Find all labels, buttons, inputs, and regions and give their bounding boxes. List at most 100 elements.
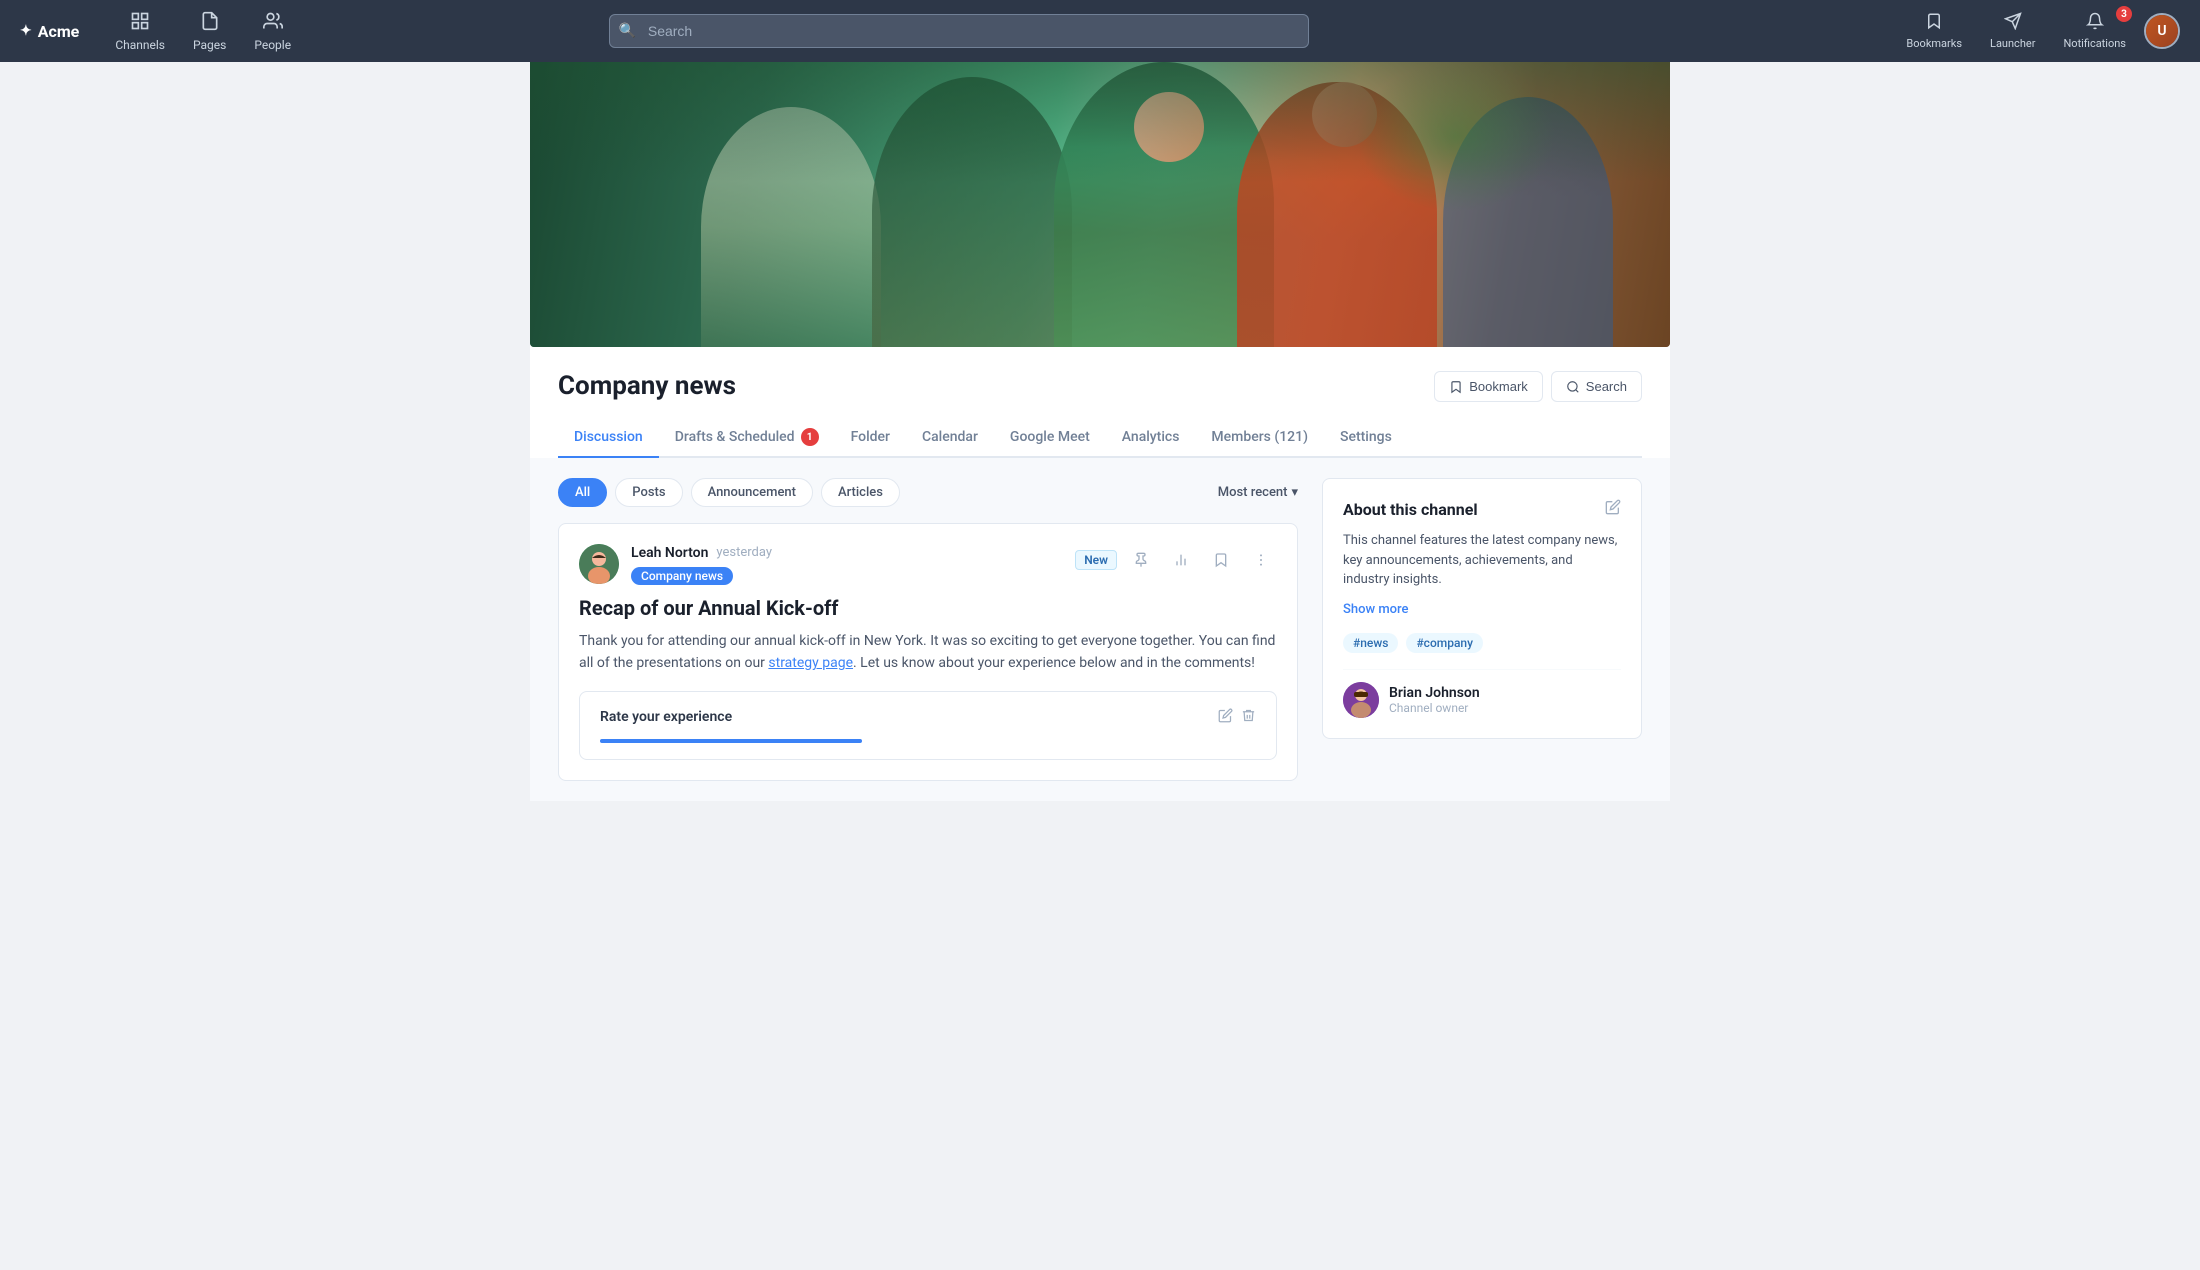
search-icon: 🔍 xyxy=(619,23,636,39)
people-label: People xyxy=(254,38,291,52)
top-navigation: ✦ Acme Channels Pages xyxy=(0,0,2200,62)
show-more-link[interactable]: Show more xyxy=(1343,602,1621,617)
channels-label: Channels xyxy=(115,38,165,52)
filter-announcement[interactable]: Announcement xyxy=(691,478,813,507)
tab-analytics[interactable]: Analytics xyxy=(1106,418,1196,458)
owner-info: Brian Johnson Channel owner xyxy=(1389,685,1480,715)
new-badge: New xyxy=(1075,550,1117,570)
author-info: Leah Norton yesterday Company news xyxy=(631,545,772,584)
delete-rate-icon[interactable] xyxy=(1241,708,1256,727)
notifications-icon xyxy=(2086,12,2104,35)
owner-role: Channel owner xyxy=(1389,701,1480,715)
owner-avatar[interactable] xyxy=(1343,682,1379,718)
nav-bookmarks[interactable]: Bookmarks xyxy=(1896,8,1972,54)
hero-banner xyxy=(530,62,1670,347)
tab-discussion-label: Discussion xyxy=(574,429,643,445)
author-name[interactable]: Leah Norton xyxy=(631,545,708,561)
topnav-right-actions: Bookmarks Launcher 3 Notifications U xyxy=(1896,8,2180,54)
filter-announcement-label: Announcement xyxy=(708,485,796,500)
topnav-items: Channels Pages People xyxy=(103,5,303,58)
channel-tags: #news #company xyxy=(1343,633,1621,653)
nav-notifications[interactable]: 3 Notifications xyxy=(2053,8,2136,54)
filter-posts-label: Posts xyxy=(632,485,665,500)
search-bar-container: 🔍 xyxy=(609,14,1309,48)
about-channel-card: About this channel This channel features… xyxy=(1322,478,1642,739)
edit-rate-icon[interactable] xyxy=(1218,708,1233,727)
bookmark-post-button[interactable] xyxy=(1205,544,1237,576)
tab-google-meet-label: Google Meet xyxy=(1010,429,1090,445)
post-author: Leah Norton yesterday Company news xyxy=(579,544,772,584)
post-time: yesterday xyxy=(716,545,772,560)
filter-posts[interactable]: Posts xyxy=(615,478,682,507)
people-icon xyxy=(263,11,283,36)
analytics-button[interactable] xyxy=(1165,544,1197,576)
nav-item-pages[interactable]: Pages xyxy=(181,5,238,58)
analytics-icon xyxy=(1173,552,1189,568)
rate-card-actions xyxy=(1218,708,1256,727)
tab-settings-label: Settings xyxy=(1340,429,1392,445)
about-channel-title: About this channel xyxy=(1343,500,1478,519)
bookmark-label: Bookmark xyxy=(1469,379,1528,394)
pin-button[interactable] xyxy=(1125,544,1157,576)
rate-card-title: Rate your experience xyxy=(600,709,732,725)
bookmarks-icon xyxy=(1925,12,1943,35)
posts-column: All Posts Announcement Articles Most rec… xyxy=(558,478,1298,781)
filter-bar: All Posts Announcement Articles Most rec… xyxy=(558,478,1298,507)
channel-owner-row: Brian Johnson Channel owner xyxy=(1343,669,1621,718)
post-tag[interactable]: Company news xyxy=(631,567,733,585)
bookmarks-label: Bookmarks xyxy=(1906,37,1962,50)
brand-logo[interactable]: ✦ Acme xyxy=(20,22,79,41)
tab-drafts[interactable]: Drafts & Scheduled 1 xyxy=(659,418,835,458)
nav-item-people[interactable]: People xyxy=(242,5,303,58)
search-input[interactable] xyxy=(609,14,1309,48)
tab-calendar-label: Calendar xyxy=(922,429,978,445)
owner-avatar-image xyxy=(1343,682,1379,718)
filter-pills: All Posts Announcement Articles xyxy=(558,478,900,507)
post-title: Recap of our Annual Kick-off xyxy=(579,596,1277,620)
sort-label: Most recent xyxy=(1218,485,1288,500)
tab-google-meet[interactable]: Google Meet xyxy=(994,418,1106,458)
user-avatar[interactable]: U xyxy=(2144,13,2180,49)
tab-folder[interactable]: Folder xyxy=(835,418,906,458)
tab-discussion[interactable]: Discussion xyxy=(558,418,659,458)
tab-settings[interactable]: Settings xyxy=(1324,418,1408,458)
tab-members-label: Members (121) xyxy=(1211,429,1308,445)
owner-name[interactable]: Brian Johnson xyxy=(1389,685,1480,701)
filter-all-label: All xyxy=(575,485,590,500)
author-avatar[interactable] xyxy=(579,544,619,584)
avatar-initials: U xyxy=(2146,15,2178,47)
channel-tabs: Discussion Drafts & Scheduled 1 Folder C… xyxy=(558,418,1642,458)
tab-drafts-label: Drafts & Scheduled xyxy=(675,429,795,445)
bookmark-button[interactable]: Bookmark xyxy=(1434,371,1543,402)
pin-icon xyxy=(1133,552,1149,568)
tag-news[interactable]: #news xyxy=(1343,633,1398,653)
search-channel-label: Search xyxy=(1586,379,1627,394)
tab-analytics-label: Analytics xyxy=(1122,429,1180,445)
channel-header: Company news Bookmark Search xyxy=(530,347,1670,458)
more-options-button[interactable] xyxy=(1245,544,1277,576)
tab-folder-label: Folder xyxy=(851,429,890,445)
content-area: All Posts Announcement Articles Most rec… xyxy=(530,458,1670,801)
post-body-link[interactable]: strategy page xyxy=(768,655,853,671)
search-channel-button[interactable]: Search xyxy=(1551,371,1642,402)
filter-articles[interactable]: Articles xyxy=(821,478,900,507)
brand-name: Acme xyxy=(38,22,80,41)
post-body-after-link: . Let us know about your experience belo… xyxy=(853,655,1255,671)
sort-dropdown[interactable]: Most recent ▾ xyxy=(1218,485,1298,500)
nav-item-channels[interactable]: Channels xyxy=(103,5,177,58)
tab-members[interactable]: Members (121) xyxy=(1195,418,1324,458)
post-actions: New xyxy=(1075,544,1277,576)
filter-articles-label: Articles xyxy=(838,485,883,500)
rate-bar xyxy=(600,739,862,743)
channel-actions: Bookmark Search xyxy=(1434,371,1642,402)
bookmark-post-icon xyxy=(1213,552,1229,568)
nav-launcher[interactable]: Launcher xyxy=(1980,8,2045,54)
notifications-label: Notifications xyxy=(2063,37,2126,50)
launcher-icon xyxy=(2004,12,2022,35)
tab-calendar[interactable]: Calendar xyxy=(906,418,994,458)
filter-all[interactable]: All xyxy=(558,478,607,507)
edit-channel-icon[interactable] xyxy=(1605,499,1621,519)
post-body: Thank you for attending our annual kick-… xyxy=(579,630,1277,675)
about-channel-desc: This channel features the latest company… xyxy=(1343,531,1621,590)
tag-company[interactable]: #company xyxy=(1406,633,1483,653)
